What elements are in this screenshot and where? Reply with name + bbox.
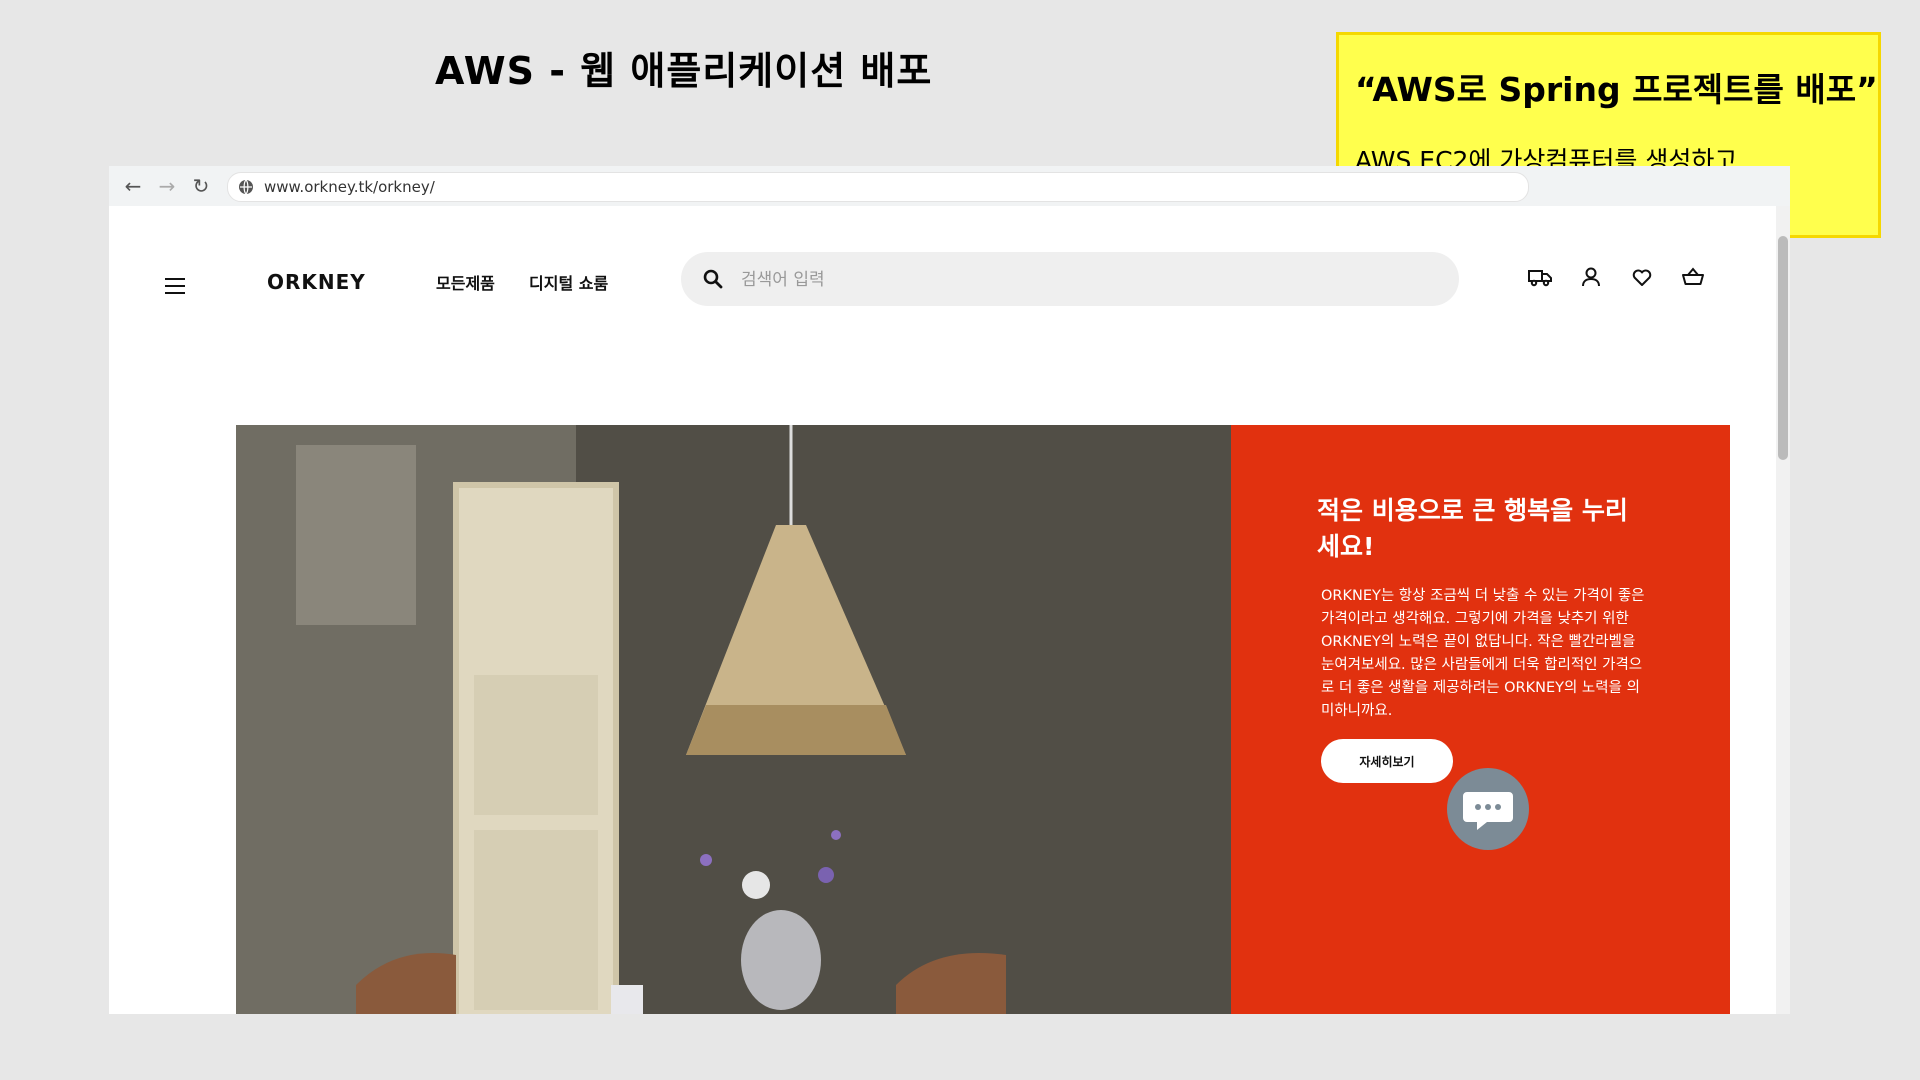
nav-link-digital-showroom[interactable]: 디지털 쇼룸	[529, 270, 608, 294]
globe-icon	[239, 179, 253, 195]
site-logo[interactable]: ORKNEY	[267, 270, 366, 294]
chat-button[interactable]	[1447, 768, 1529, 850]
forward-icon[interactable]: →	[155, 174, 179, 198]
chat-bubble-icon	[1463, 792, 1513, 830]
back-icon[interactable]: ←	[121, 174, 145, 198]
note-heading: “AWS로 Spring 프로젝트를 배포”	[1355, 70, 1878, 109]
search-icon[interactable]	[703, 269, 723, 289]
hero-image	[236, 425, 1231, 1014]
address-bar: ← → ↻ www.orkney.tk/orkney/	[109, 166, 1790, 207]
nav-link-all-products[interactable]: 모든제품	[436, 270, 495, 294]
scrollbar[interactable]	[1776, 206, 1790, 1014]
url-text: www.orkney.tk/orkney/	[264, 178, 435, 196]
url-field[interactable]: www.orkney.tk/orkney/	[227, 172, 1529, 202]
hero-banner: 적은 비용으로 큰 행복을 누리세요! ORKNEY는 항상 조금씩 더 낮출 …	[236, 425, 1730, 1014]
heart-icon[interactable]	[1629, 264, 1655, 290]
hamburger-menu-icon[interactable]	[165, 278, 185, 299]
basket-icon[interactable]	[1680, 264, 1706, 290]
slide-title: AWS - 웹 애플리케이션 배포	[435, 49, 933, 93]
hero-title: 적은 비용으로 큰 행복을 누리세요!	[1317, 496, 1628, 561]
site-header: ORKNEY 모든제품 디지털 쇼룸	[109, 206, 1790, 316]
browser-window: ← → ↻ www.orkney.tk/orkney/ ORKNEY 모든제품 …	[109, 166, 1790, 1014]
user-icon[interactable]	[1578, 264, 1604, 290]
search-input[interactable]	[739, 264, 1423, 296]
hero-description: ORKNEY는 항상 조금씩 더 낮출 수 있는 가격이 좋은 가격이라고 생각…	[1321, 588, 1645, 719]
delivery-truck-icon[interactable]	[1527, 264, 1553, 290]
scroll-thumb[interactable]	[1778, 236, 1788, 460]
hero-panel: 적은 비용으로 큰 행복을 누리세요! ORKNEY는 항상 조금씩 더 낮출 …	[1231, 425, 1730, 1014]
learn-more-button[interactable]: 자세히보기	[1321, 739, 1453, 783]
search-bar	[681, 252, 1459, 306]
reload-icon[interactable]: ↻	[189, 174, 213, 198]
